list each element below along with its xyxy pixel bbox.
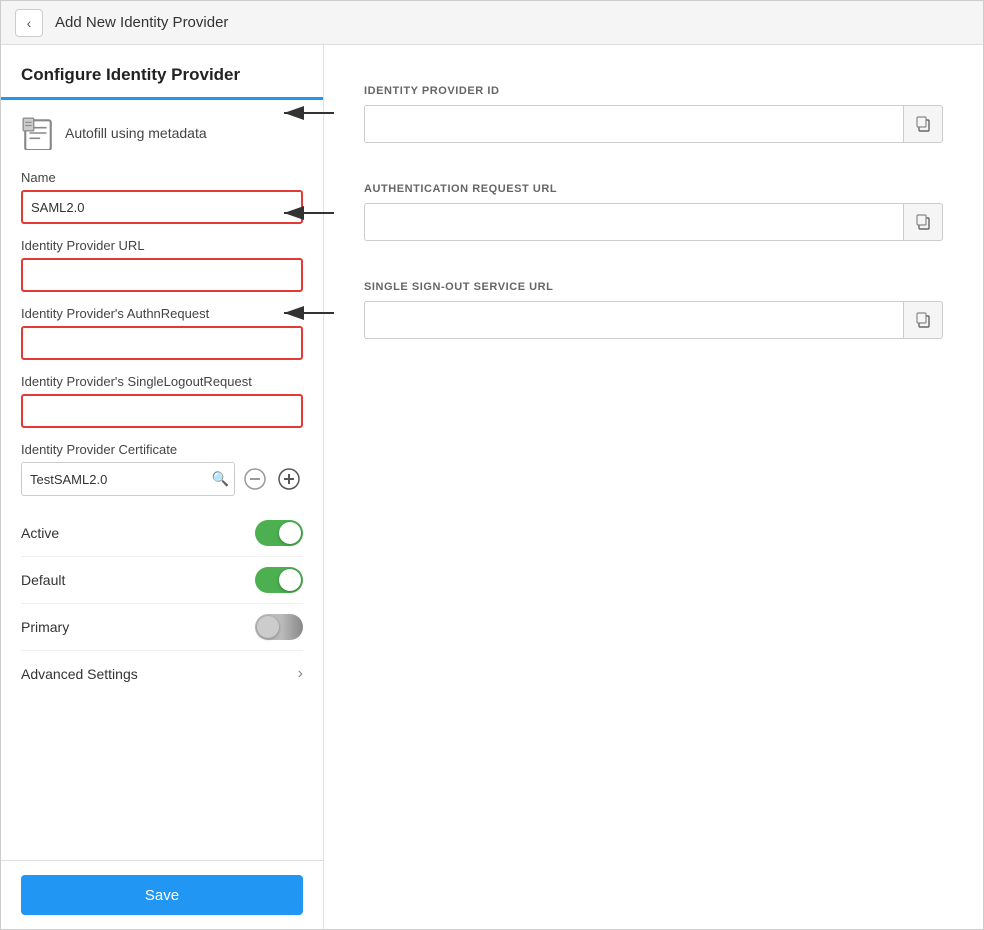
copy-icon	[915, 116, 931, 132]
active-toggle[interactable]	[255, 520, 303, 546]
primary-toggle-knob	[257, 616, 279, 638]
name-field-group: Name	[21, 170, 303, 224]
right-panel: IDENTITY PROVIDER ID AUTHENTICATION REQU…	[324, 45, 983, 929]
active-toggle-row: Active	[21, 510, 303, 557]
configure-heading: Configure Identity Provider	[21, 65, 303, 85]
advanced-settings-row[interactable]: Advanced Settings ›	[21, 651, 303, 697]
auth-request-url-input-row	[364, 203, 943, 241]
idp-id-input[interactable]	[364, 105, 903, 143]
single-signout-url-field-group: SINGLE SIGN-OUT SERVICE URL	[364, 281, 943, 339]
idp-id-copy-button[interactable]	[903, 105, 943, 143]
remove-certificate-button[interactable]	[241, 465, 269, 493]
app-window: ‹ Add New Identity Provider Configure Id…	[0, 0, 984, 930]
primary-toggle[interactable]	[255, 614, 303, 640]
copy-icon-3	[915, 312, 931, 328]
back-button[interactable]: ‹	[15, 9, 43, 37]
auth-request-url-field-group: AUTHENTICATION REQUEST URL	[364, 183, 943, 241]
default-toggle[interactable]	[255, 567, 303, 593]
autofill-row[interactable]: Autofill using metadata	[21, 116, 303, 150]
add-certificate-button[interactable]	[275, 465, 303, 493]
left-panel-body: Autofill using metadata Name Identity Pr…	[1, 100, 323, 860]
auth-request-url-input[interactable]	[364, 203, 903, 241]
primary-label: Primary	[21, 619, 69, 635]
certificate-field-group: Identity Provider Certificate 🔍	[21, 442, 303, 496]
idp-id-input-row	[364, 105, 943, 143]
single-signout-url-input[interactable]	[364, 301, 903, 339]
authn-request-label: Identity Provider's AuthnRequest	[21, 306, 303, 321]
copy-icon-2	[915, 214, 931, 230]
auth-request-url-label: AUTHENTICATION REQUEST URL	[364, 183, 943, 195]
idp-id-field-group: IDENTITY PROVIDER ID	[364, 85, 943, 143]
certificate-input[interactable]	[21, 462, 235, 496]
single-logout-field-group: Identity Provider's SingleLogoutRequest	[21, 374, 303, 428]
active-toggle-knob	[279, 522, 301, 544]
idp-id-label: IDENTITY PROVIDER ID	[364, 85, 943, 97]
plus-circle-icon	[278, 468, 300, 490]
active-label: Active	[21, 525, 59, 541]
authn-request-input[interactable]	[21, 326, 303, 360]
certificate-label: Identity Provider Certificate	[21, 442, 303, 457]
content-area: Configure Identity Provider Autofill usi…	[1, 45, 983, 929]
certificate-row: 🔍	[21, 462, 303, 496]
single-logout-label: Identity Provider's SingleLogoutRequest	[21, 374, 303, 389]
left-panel-footer: Save	[1, 860, 323, 929]
minus-circle-icon	[244, 468, 266, 490]
left-panel: Configure Identity Provider Autofill usi…	[1, 45, 324, 929]
autofill-icon	[21, 116, 55, 150]
idp-url-field-group: Identity Provider URL	[21, 238, 303, 292]
save-button[interactable]: Save	[21, 875, 303, 915]
authn-request-field-group: Identity Provider's AuthnRequest	[21, 306, 303, 360]
chevron-right-icon: ›	[298, 665, 303, 683]
auth-request-url-copy-button[interactable]	[903, 203, 943, 241]
arrows-svg	[324, 45, 983, 929]
default-toggle-row: Default	[21, 557, 303, 604]
default-label: Default	[21, 572, 65, 588]
single-signout-url-copy-button[interactable]	[903, 301, 943, 339]
single-signout-url-input-row	[364, 301, 943, 339]
single-signout-url-label: SINGLE SIGN-OUT SERVICE URL	[364, 281, 943, 293]
left-panel-header: Configure Identity Provider	[1, 45, 323, 100]
title-bar: ‹ Add New Identity Provider	[1, 1, 983, 45]
default-toggle-knob	[279, 569, 301, 591]
title-bar-text: Add New Identity Provider	[55, 14, 228, 31]
idp-url-input[interactable]	[21, 258, 303, 292]
back-icon: ‹	[27, 15, 32, 31]
advanced-settings-label: Advanced Settings	[21, 666, 138, 682]
cert-input-wrap: 🔍	[21, 462, 235, 496]
name-input[interactable]	[21, 190, 303, 224]
single-logout-input[interactable]	[21, 394, 303, 428]
primary-toggle-row: Primary	[21, 604, 303, 651]
name-label: Name	[21, 170, 303, 185]
autofill-label: Autofill using metadata	[65, 125, 207, 141]
search-icon[interactable]: 🔍	[212, 471, 229, 488]
idp-url-label: Identity Provider URL	[21, 238, 303, 253]
